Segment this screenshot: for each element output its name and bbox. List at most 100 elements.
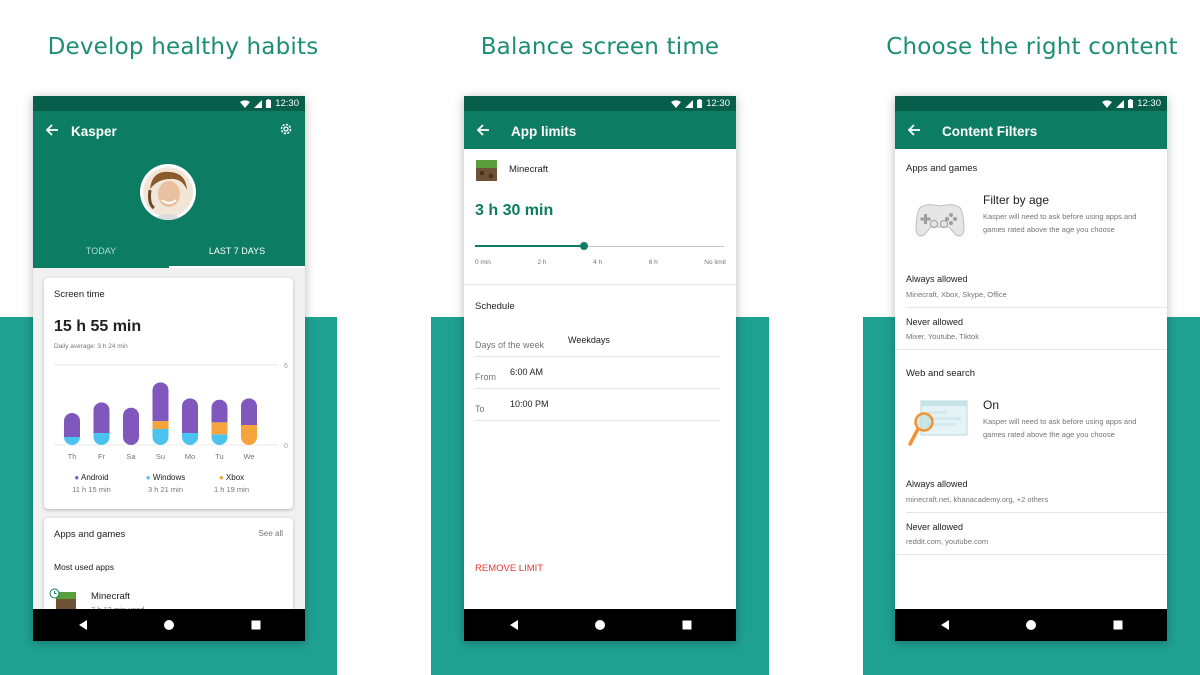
divider (895, 554, 1167, 555)
status-bar: 12:30 (464, 96, 736, 111)
to-label: To (475, 404, 485, 414)
bar-xbox-su (152, 421, 169, 429)
nav-home-icon[interactable] (593, 618, 607, 632)
bar-windows-th (64, 437, 80, 445)
slider-tick: No limit (704, 259, 726, 266)
divider (906, 512, 1167, 513)
avatar (140, 164, 196, 220)
divider (906, 307, 1167, 308)
limit-slider[interactable] (475, 242, 724, 252)
nav-back-icon[interactable] (938, 618, 952, 632)
web-section-heading: Web and search (906, 368, 976, 379)
apps-never-allowed-label: Never allowed (906, 317, 964, 327)
headline-habits: Develop healthy habits (47, 34, 319, 60)
to-row[interactable]: To 10:00 PM (475, 399, 724, 417)
slider-tick: 2 h (537, 259, 547, 266)
back-arrow-icon[interactable] (907, 123, 921, 137)
web-filter-status[interactable]: On (983, 398, 999, 412)
signal-icon (685, 99, 694, 108)
filter-by-age-title[interactable]: Filter by age (983, 193, 1049, 207)
slider-fill (475, 245, 584, 247)
status-bar: 12:30 (33, 96, 305, 111)
web-always-allowed-label: Always allowed (906, 479, 968, 489)
back-arrow-icon[interactable] (476, 123, 490, 137)
battery-icon (1128, 99, 1134, 108)
phone-content-filters: 12:30 Content Filters Apps and games Fil… (895, 96, 1167, 641)
clock-icon (49, 588, 60, 599)
back-arrow-icon[interactable] (45, 123, 59, 137)
nav-home-icon[interactable] (162, 618, 176, 632)
legend-xbox-time: 1 h 19 min (213, 485, 250, 494)
x-tick-label: Tu (215, 452, 223, 461)
phone1-content: Screen time 15 h 55 min Daily average: 3… (33, 268, 305, 638)
phone-kasper: 12:30 Kasper TODAY LAST 7 DAYS Screen ti… (33, 96, 305, 641)
legend-windows-time: 3 h 21 min (147, 485, 184, 494)
apps-card-title: Apps and games (54, 529, 126, 540)
from-value: 6:00 AM (510, 367, 544, 377)
slider-tick: 4 h (593, 259, 603, 266)
limit-value: 3 h 30 min (475, 202, 554, 219)
bar-windows-mo (182, 433, 198, 445)
signal-icon (1116, 99, 1125, 108)
nav-back-icon[interactable] (76, 618, 90, 632)
slider-thumb[interactable] (579, 242, 588, 250)
battery-icon (697, 99, 703, 108)
bar-android-sa (123, 407, 139, 445)
legend-xbox-label: Xbox (225, 473, 245, 482)
nav-back-icon[interactable] (507, 618, 521, 632)
app-bar: Content Filters (895, 111, 1167, 149)
nav-recents-icon[interactable] (680, 618, 694, 632)
bar-xbox-we (241, 425, 257, 445)
x-tick-label: Th (68, 452, 77, 461)
x-tick-label: Mo (185, 452, 195, 461)
divider (475, 420, 720, 421)
apps-always-allowed-label: Always allowed (906, 274, 968, 284)
headline-content: Choose the right content (886, 34, 1178, 60)
profile-title: Kasper (71, 124, 117, 139)
headline-screen-time: Balance screen time (480, 34, 720, 60)
days-label: Days of the week (475, 340, 545, 350)
tab-last-7-days[interactable]: LAST 7 DAYS (169, 246, 305, 256)
android-nav-bar (895, 609, 1167, 641)
slider-tick: 0 min (475, 259, 491, 266)
android-nav-bar (464, 609, 736, 641)
android-nav-bar (33, 609, 305, 641)
web-search-icon (908, 400, 968, 446)
phone2-content: Minecraft 3 h 30 min 0 min 2 h 4 h 6 h N… (464, 149, 736, 609)
legend-android-time: 11 h 15 min (72, 485, 111, 494)
slider-tick: 6 h (648, 259, 658, 266)
days-of-week-row[interactable]: Days of the week Weekdays (475, 335, 724, 353)
gear-icon[interactable] (279, 122, 293, 136)
from-row[interactable]: From 6:00 AM (475, 367, 724, 385)
status-time: 12:30 (1137, 98, 1161, 109)
schedule-heading: Schedule (475, 301, 515, 312)
filter-by-age-desc: Kasper will need to ask before using app… (983, 212, 1137, 234)
app-name: Minecraft (509, 164, 549, 175)
phone3-content: Apps and games Filter by age Kasper will… (895, 149, 1167, 609)
nav-home-icon[interactable] (1024, 618, 1038, 632)
wifi-icon (1102, 99, 1113, 108)
nav-recents-icon[interactable] (1111, 618, 1125, 632)
bar-windows-su (152, 429, 169, 445)
app-bar: App limits (464, 111, 736, 149)
see-all-link[interactable]: See all (259, 529, 283, 538)
nav-recents-icon[interactable] (249, 618, 263, 632)
minecraft-app-name: Minecraft (91, 591, 131, 602)
legend-windows-label: Windows (152, 473, 186, 482)
x-tick-label: Su (156, 452, 165, 461)
bar-windows-fr (93, 433, 110, 445)
bar-xbox-tu (211, 422, 228, 435)
minecraft-icon (476, 160, 497, 181)
bar-android-we (241, 398, 257, 425)
bar-windows-tu (211, 434, 228, 445)
status-time: 12:30 (275, 98, 299, 109)
days-value: Weekdays (568, 335, 610, 345)
remove-limit-button[interactable]: REMOVE LIMIT (475, 563, 543, 574)
tab-today[interactable]: TODAY (33, 246, 169, 256)
battery-icon (266, 99, 272, 108)
divider (475, 388, 720, 389)
to-value: 10:00 PM (510, 399, 549, 409)
web-always-allowed-value: minecraft.net, khanacademy.org, +2 other… (906, 495, 1049, 504)
x-tick-label: Fr (98, 452, 106, 461)
legend-windows: ● Windows 3 h 21 min (128, 473, 203, 494)
